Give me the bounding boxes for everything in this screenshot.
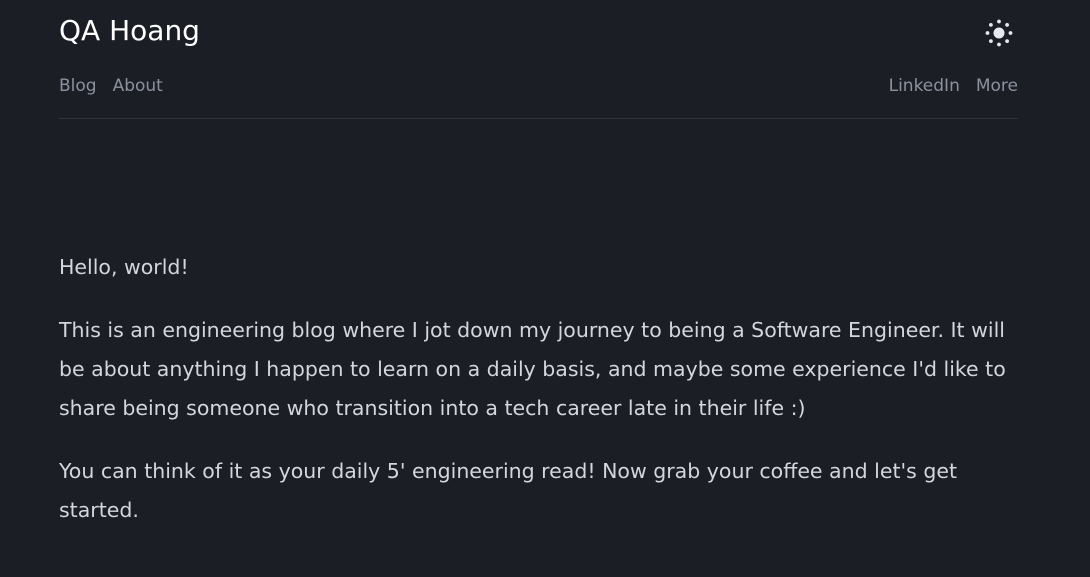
intro-greeting: Hello, world! [59,255,189,279]
intro-content: Hello, world! This is an engineering blo… [59,248,1019,554]
site-title-link[interactable]: QA Hoang [59,14,200,47]
header-divider [59,118,1018,119]
theme-toggle-button[interactable] [981,15,1017,51]
intro-closing: You can think of it as your daily 5' eng… [59,459,957,522]
sun-icon [985,19,1013,47]
nav-left-group: Blog About [59,76,163,96]
nav-right-group: LinkedIn More [889,76,1018,96]
nav-link-about[interactable]: About [113,76,163,96]
nav-link-linkedin[interactable]: LinkedIn [889,76,960,96]
page: QA Hoang Blog About LinkedIn More Hello,… [0,0,1090,577]
intro-paragraph: This is an engineering blog where I jot … [59,318,1006,420]
nav-link-blog[interactable]: Blog [59,76,97,96]
nav-link-more[interactable]: More [976,76,1018,96]
main-nav: Blog About LinkedIn More [59,76,1018,100]
